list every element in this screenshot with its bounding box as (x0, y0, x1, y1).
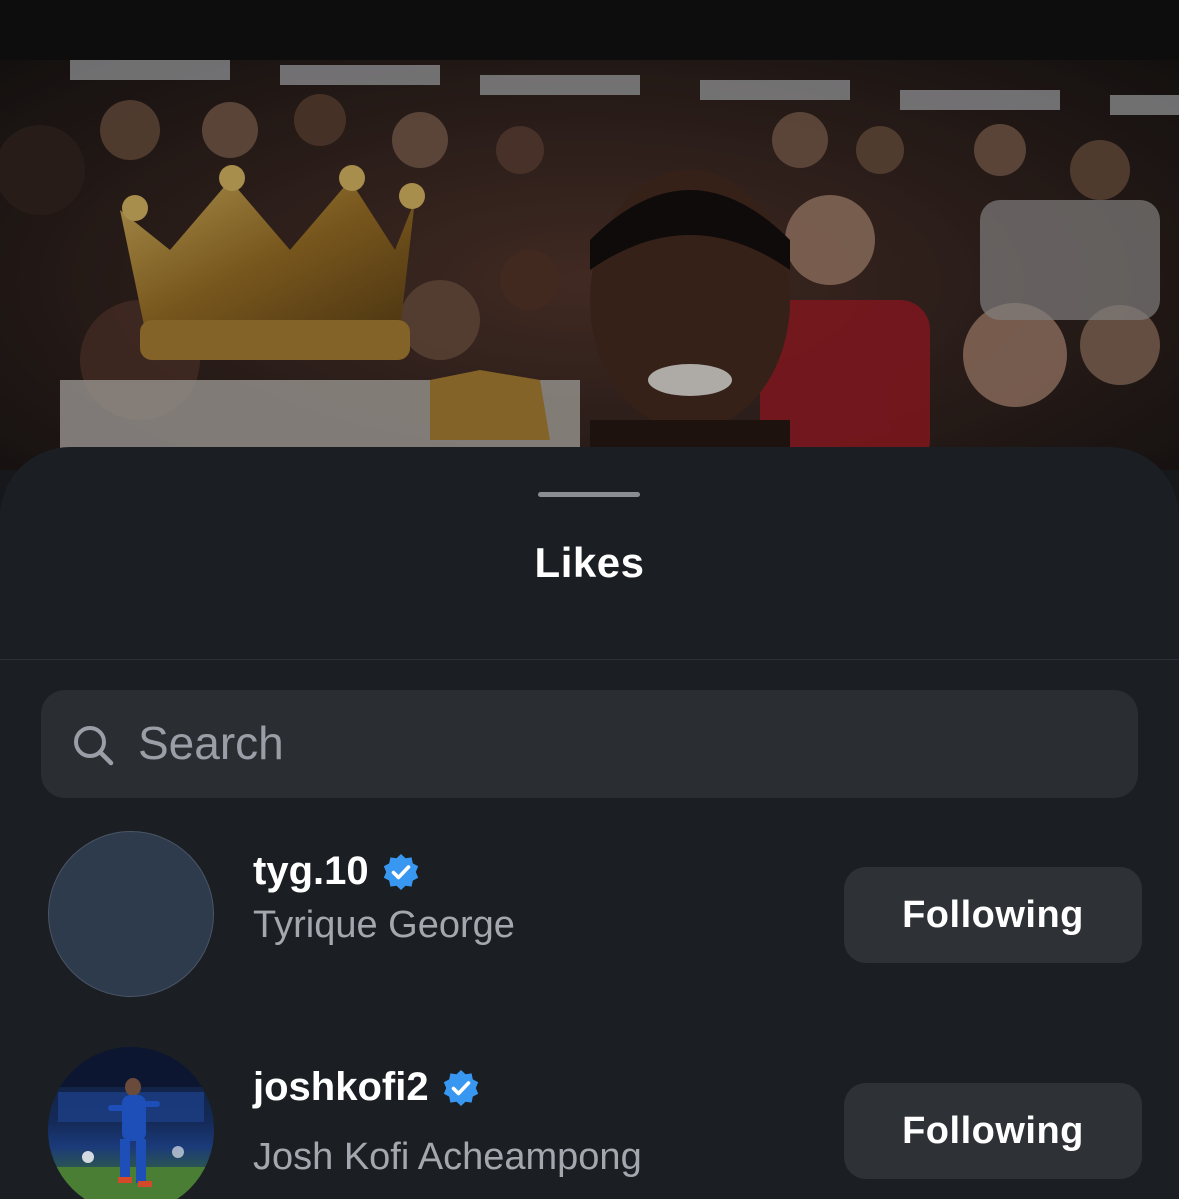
username[interactable]: joshkofi2 (253, 1065, 429, 1110)
avatar[interactable] (48, 1047, 214, 1199)
list-item[interactable]: tyg.10 Tyrique George Following (0, 831, 1179, 1001)
likes-sheet: Likes tyg.10 (0, 447, 1179, 1199)
full-name: Josh Kofi Acheampong (253, 1136, 642, 1178)
following-button[interactable]: Following (844, 867, 1142, 963)
search-icon (71, 723, 115, 767)
sheet-title: Likes (534, 539, 645, 586)
sheet-grabber[interactable] (538, 492, 640, 497)
username-line[interactable]: tyg.10 (253, 849, 421, 894)
avatar[interactable] (48, 831, 214, 997)
full-name: Tyrique George (253, 904, 515, 946)
username-line[interactable]: joshkofi2 (253, 1065, 481, 1110)
screen: Likes tyg.10 (0, 0, 1179, 1199)
background-post-image (0, 0, 1179, 470)
search-input[interactable] (138, 708, 1038, 778)
following-button[interactable]: Following (844, 1083, 1142, 1179)
background-dim-overlay (0, 0, 1179, 470)
verified-badge-icon (381, 852, 421, 892)
search-bar[interactable] (41, 690, 1138, 798)
list-item[interactable]: joshkofi2 Josh Kofi Acheampong Following (0, 1047, 1179, 1199)
username[interactable]: tyg.10 (253, 849, 369, 894)
header-divider (0, 659, 1179, 660)
verified-badge-icon (441, 1068, 481, 1108)
